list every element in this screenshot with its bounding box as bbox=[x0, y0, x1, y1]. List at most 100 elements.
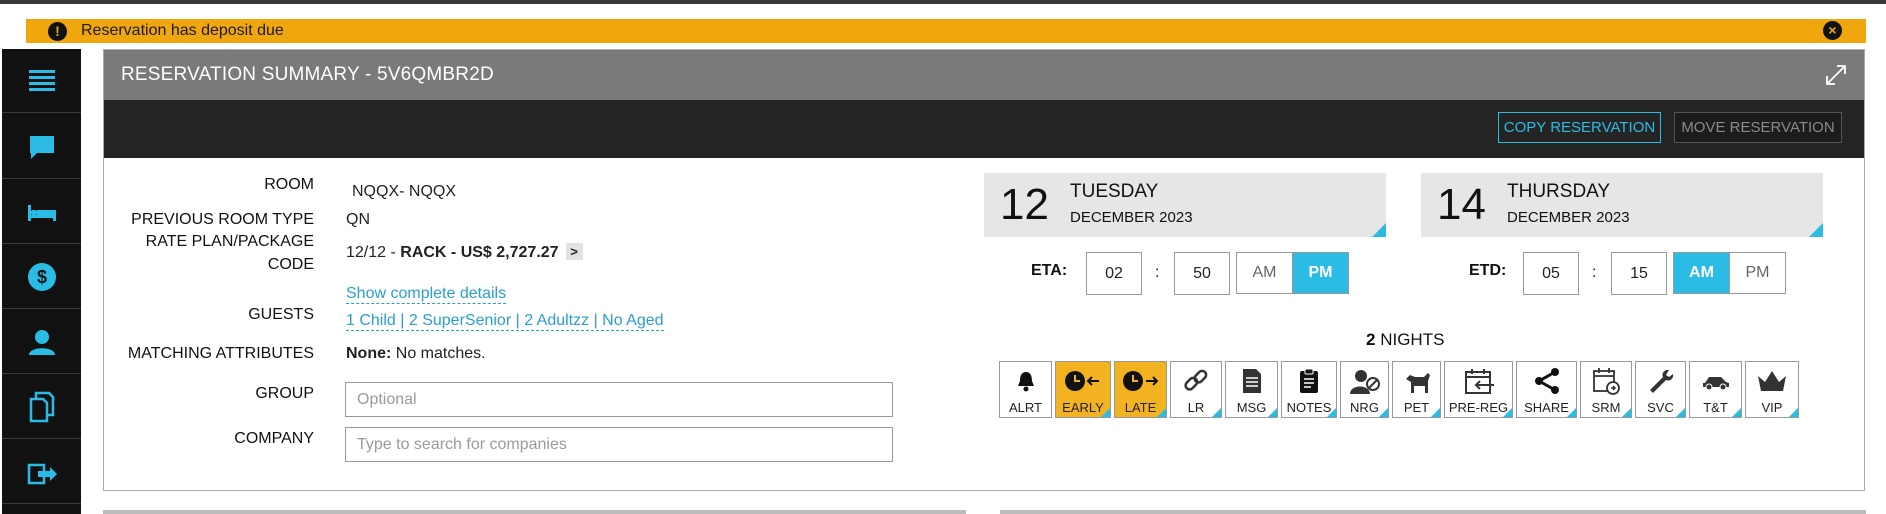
panel-header: RESERVATION SUMMARY - 5V6QMBR2D bbox=[104, 50, 1864, 100]
action-bar: COPY RESERVATION MOVE RESERVATION bbox=[104, 100, 1864, 158]
etd-label: ETD: bbox=[1469, 262, 1507, 279]
sidebar-item-billing[interactable]: $ bbox=[2, 245, 81, 309]
sidebar: $ bbox=[2, 49, 81, 514]
arrival-day: 12 bbox=[1000, 180, 1049, 229]
sidebar-item-rooms[interactable] bbox=[2, 180, 81, 244]
group-input[interactable] bbox=[345, 382, 893, 417]
sidebar-item-profile[interactable] bbox=[2, 310, 81, 374]
flag-alrt[interactable]: ALRT bbox=[999, 361, 1052, 418]
flag-label: VIP bbox=[1761, 400, 1783, 415]
flag-share[interactable]: SHARE bbox=[1516, 361, 1577, 418]
flag-srm[interactable]: SRM bbox=[1580, 361, 1632, 418]
flag-early[interactable]: EARLY bbox=[1055, 361, 1111, 418]
close-icon[interactable]: × bbox=[1823, 21, 1842, 40]
dollar-icon: $ bbox=[27, 262, 56, 291]
flag-corner-marker bbox=[1101, 408, 1110, 417]
etd-am-option[interactable]: AM bbox=[1674, 253, 1729, 293]
nights-label: NIGHTS bbox=[1380, 330, 1445, 349]
guests-label: GUESTS bbox=[248, 306, 314, 323]
company-search-input[interactable] bbox=[345, 427, 893, 462]
room-value: NQQX- NQQX bbox=[352, 183, 457, 200]
flag-corner-marker bbox=[1732, 408, 1741, 417]
rate-plan-prefix: 12/12 - bbox=[346, 244, 401, 261]
eta-hour-field[interactable]: 02 bbox=[1086, 252, 1142, 295]
rate-plan-chevron-icon[interactable]: > bbox=[565, 243, 583, 260]
flag-nrg[interactable]: NRG bbox=[1340, 361, 1389, 418]
flag-corner-marker bbox=[1676, 408, 1685, 417]
flag-label: PET bbox=[1403, 400, 1430, 415]
etd-pm-option[interactable]: PM bbox=[1729, 253, 1785, 293]
user-icon bbox=[28, 329, 55, 355]
etd-colon: : bbox=[1592, 264, 1597, 281]
matching-attributes-value: None: No matches. bbox=[346, 345, 486, 363]
eta-minute-field[interactable]: 50 bbox=[1174, 252, 1230, 295]
arrival-month: DECEMBER 2023 bbox=[1070, 209, 1193, 226]
menu-icon bbox=[28, 69, 55, 91]
arrival-corner-marker bbox=[1372, 223, 1386, 237]
share-icon bbox=[1534, 368, 1559, 394]
bottom-divider-left bbox=[103, 510, 966, 514]
previous-room-type-label: PREVIOUS ROOM TYPE bbox=[131, 211, 314, 228]
bottom-divider-right bbox=[1000, 510, 1866, 514]
late-clock-icon bbox=[1122, 371, 1158, 391]
flag-label: LR bbox=[1187, 400, 1205, 415]
departure-date-card[interactable]: 14 THURSDAY DECEMBER 2023 bbox=[1421, 173, 1823, 237]
eta-pm-option[interactable]: PM bbox=[1292, 253, 1348, 293]
rate-plan-label-line2: CODE bbox=[267, 256, 314, 273]
rate-plan-amount: RACK - US$ 2,727.27 bbox=[400, 244, 559, 261]
car-icon bbox=[1702, 377, 1729, 391]
guests-link[interactable]: 1 Child | 2 SuperSenior | 2 Adultzz | No… bbox=[346, 312, 664, 331]
eta-colon: : bbox=[1155, 264, 1160, 281]
matching-none: None: bbox=[346, 345, 392, 362]
flag-corner-marker bbox=[1327, 408, 1336, 417]
flag-late[interactable]: LATE bbox=[1114, 361, 1167, 418]
top-strip bbox=[0, 0, 1886, 4]
arrival-date-card[interactable]: 12 TUESDAY DECEMBER 2023 bbox=[984, 173, 1386, 237]
reservation-summary-panel: RESERVATION SUMMARY - 5V6QMBR2D COPY RES… bbox=[103, 49, 1865, 491]
link-icon bbox=[1184, 369, 1208, 391]
exclamation-icon: ! bbox=[48, 21, 67, 41]
eta-am-option[interactable]: AM bbox=[1237, 253, 1292, 293]
etd-hour-field[interactable]: 05 bbox=[1523, 252, 1579, 295]
flag-label: T&T bbox=[1703, 400, 1728, 415]
show-complete-details-link[interactable]: Show complete details bbox=[346, 285, 507, 304]
departure-corner-marker bbox=[1809, 223, 1823, 237]
copy-reservation-button[interactable]: COPY RESERVATION bbox=[1498, 112, 1661, 143]
flag-t-and-t[interactable]: T&T bbox=[1689, 361, 1742, 418]
sidebar-item-checkout[interactable] bbox=[2, 440, 81, 504]
flag-msg[interactable]: MSG bbox=[1225, 361, 1278, 418]
room-label: ROOM bbox=[264, 176, 314, 193]
sidebar-item-documents[interactable] bbox=[2, 375, 81, 439]
arrival-weekday: TUESDAY bbox=[1070, 181, 1159, 202]
flag-corner-marker bbox=[1789, 408, 1798, 417]
documents-icon bbox=[29, 391, 54, 422]
flag-svc[interactable]: SVC bbox=[1635, 361, 1686, 418]
flag-notes[interactable]: NOTES bbox=[1281, 361, 1337, 418]
early-clock-icon bbox=[1065, 371, 1099, 391]
clipboard-icon bbox=[1300, 368, 1318, 393]
calendar-clock-icon bbox=[1593, 368, 1620, 395]
flag-label: LATE bbox=[1124, 400, 1157, 415]
matching-text: No matches. bbox=[395, 345, 486, 362]
flag-label: SRM bbox=[1591, 400, 1621, 415]
expand-icon[interactable] bbox=[1824, 63, 1848, 87]
departure-day: 14 bbox=[1437, 180, 1486, 229]
flag-pet[interactable]: PET bbox=[1392, 361, 1441, 418]
flag-label: MSG bbox=[1236, 400, 1267, 415]
sidebar-item-messages[interactable] bbox=[2, 115, 81, 179]
etd-minute-field[interactable]: 15 bbox=[1611, 252, 1667, 295]
bed-icon bbox=[27, 204, 56, 221]
eta-ampm-toggle: AM PM bbox=[1236, 252, 1349, 294]
message-doc-icon bbox=[1242, 369, 1261, 393]
move-reservation-button[interactable]: MOVE RESERVATION bbox=[1674, 112, 1842, 143]
departure-month: DECEMBER 2023 bbox=[1507, 209, 1630, 226]
flag-vip[interactable]: VIP bbox=[1745, 361, 1799, 418]
departure-weekday: THURSDAY bbox=[1507, 181, 1611, 202]
eta-label: ETA: bbox=[1031, 262, 1068, 279]
company-label: COMPANY bbox=[234, 430, 314, 447]
sidebar-item-menu[interactable] bbox=[2, 49, 81, 113]
flag-pre-reg[interactable]: PRE-REG bbox=[1444, 361, 1513, 418]
flag-corner-marker bbox=[1431, 408, 1440, 417]
flag-lr[interactable]: LR bbox=[1170, 361, 1222, 418]
flag-corner-marker bbox=[1212, 408, 1221, 417]
